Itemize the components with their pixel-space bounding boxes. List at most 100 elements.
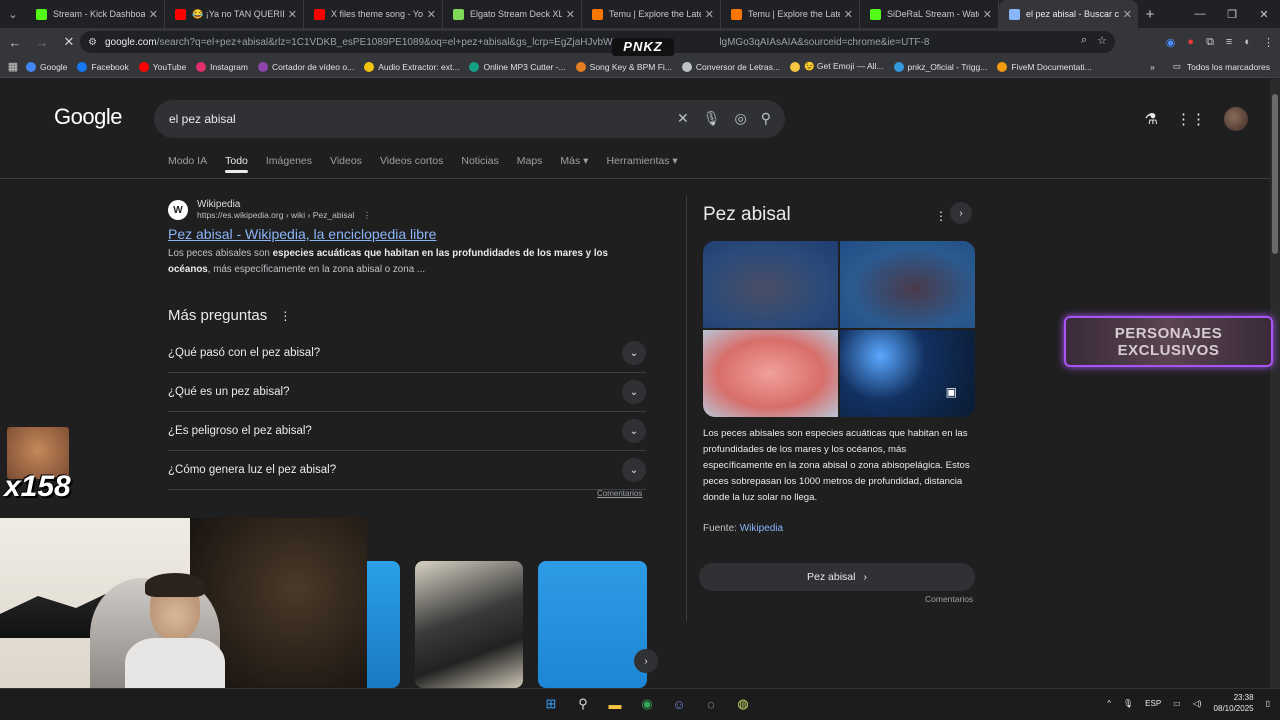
language-indicator[interactable]: ESP [1145, 699, 1161, 708]
search-tab[interactable]: Videos cortos [380, 155, 443, 167]
search-query[interactable]: el pez abisal [169, 112, 236, 126]
bookmark-item[interactable]: Google [26, 61, 67, 72]
anglerfish-image[interactable] [840, 241, 975, 328]
bookmark-item[interactable]: YouTube [138, 61, 186, 72]
volume-icon[interactable]: ◁) [1193, 699, 1202, 708]
puzzle-icon[interactable]: ⧉ [1206, 36, 1214, 49]
zoom-icon[interactable]: ⌕ [1081, 34, 1087, 47]
scrollbar[interactable] [1270, 79, 1280, 688]
apps-grid-icon[interactable]: ⋮⋮ [1176, 110, 1206, 128]
carousel-next-button[interactable]: › [634, 649, 658, 673]
browser-tab[interactable]: Elgato Stream Deck XL - C ✕ [443, 0, 582, 28]
image-grid[interactable]: ▣ [703, 241, 975, 417]
network-icon[interactable]: ▭ [1173, 699, 1181, 708]
labs-flask-icon[interactable]: ⚗ [1145, 110, 1158, 128]
windows-start-icon[interactable]: ⊞ [540, 693, 562, 715]
bookmark-item[interactable]: Cortador de vídeo o... [257, 61, 354, 72]
browser-tab[interactable]: el pez abisal - Buscar con ✕ [999, 0, 1138, 28]
forward-button[interactable]: → [30, 30, 54, 54]
more-options-icon[interactable]: ⋮ [363, 210, 372, 220]
chevron-right-icon[interactable]: › [950, 202, 972, 224]
microphone-icon[interactable]: 🎙 [703, 110, 721, 127]
video-thumbnail[interactable] [415, 561, 523, 688]
tab-close-icon[interactable]: ✕ [427, 8, 436, 21]
blobfish-image[interactable] [703, 330, 838, 417]
search-tab[interactable]: Imágenes [266, 155, 312, 167]
search-tab[interactable]: Maps [517, 155, 543, 167]
address-bar[interactable]: ⚙ google.com/search?q=el+pez+abisal&rlz=… [80, 31, 1115, 53]
stop-loading-icon[interactable]: ✕ [57, 30, 81, 54]
tab-close-icon[interactable]: ✕ [566, 8, 575, 21]
search-tab[interactable]: Noticias [461, 155, 498, 167]
close-window-button[interactable]: ✕ [1248, 0, 1280, 28]
search-icon[interactable]: ⚲ [761, 110, 771, 127]
tab-close-icon[interactable]: ✕ [983, 8, 992, 21]
all-bookmarks-label[interactable]: Todos los marcadores [1187, 62, 1270, 72]
search-icon[interactable]: ⚲ [572, 693, 594, 715]
maximize-button[interactable]: ❐ [1216, 0, 1248, 28]
minimize-button[interactable]: — [1184, 0, 1216, 28]
tab-close-icon[interactable]: ✕ [844, 8, 853, 21]
tab-search-button[interactable]: ⌄ [0, 0, 26, 28]
microphone-icon[interactable]: 🎙 [1123, 699, 1133, 708]
back-button[interactable]: ← [3, 30, 27, 54]
search-tab[interactable]: Modo IA [168, 155, 207, 167]
chevron-down-icon[interactable]: ⌄ [622, 458, 646, 482]
tab-close-icon[interactable]: ✕ [149, 8, 158, 21]
search-tab[interactable]: Más ▾ [560, 155, 588, 167]
tab-close-icon[interactable]: ✕ [705, 8, 714, 21]
media-control-icon[interactable]: ≡ [1226, 36, 1232, 49]
discord-icon[interactable]: ☺ [668, 693, 690, 715]
more-bookmarks-icon[interactable]: » [1150, 62, 1155, 72]
bookmark-item[interactable]: pnkz_Oficial - Trigg... [893, 61, 987, 72]
source-link[interactable]: Wikipedia [740, 523, 783, 534]
chrome-icon[interactable]: ◉ [636, 693, 658, 715]
menu-icon[interactable]: ⋮ [1263, 36, 1274, 49]
bookmark-item[interactable]: Online MP3 Cutter -... [469, 61, 566, 72]
clear-icon[interactable]: ✕ [677, 110, 689, 127]
tab-close-icon[interactable]: ✕ [288, 8, 297, 21]
notifications-icon[interactable]: ▯ [1266, 699, 1270, 708]
chevron-down-icon[interactable]: ⌄ [622, 341, 646, 365]
browser-tab[interactable]: Stream - Kick Dashboard ✕ [26, 0, 165, 28]
file-explorer-icon[interactable]: ▬ [604, 693, 626, 715]
bookmark-star-icon[interactable]: ☆ [1097, 34, 1107, 47]
clock[interactable]: 23:38 08/10/2025 [1214, 692, 1254, 714]
browser-tab[interactable]: Temu | Explore the Latest ✕ [721, 0, 860, 28]
browser-tab[interactable]: Temu | Explore the Latest ✕ [582, 0, 721, 28]
bookmark-item[interactable]: 😉 Get Emoji — All... [789, 61, 884, 72]
panel-feedback-link[interactable]: Comentarios [925, 594, 973, 604]
more-options-icon[interactable]: ⋮ [279, 309, 291, 323]
search-tab[interactable]: Herramientas ▾ [606, 155, 677, 167]
bookmark-item[interactable]: Facebook [77, 61, 129, 72]
site-info-icon[interactable]: ⚙ [88, 37, 97, 48]
obs-icon[interactable]: ◌ [700, 693, 722, 715]
question-item[interactable]: ¿Cómo genera luz el pez abisal? ⌄ [168, 451, 646, 490]
bookmark-item[interactable]: FiveM Documentati... [997, 61, 1092, 72]
apps-grid-icon[interactable]: ▦ [0, 60, 26, 73]
browser-tab[interactable]: 😂 ¡Ya no TAN QUERIDO ✕ [165, 0, 304, 28]
extension-icon[interactable]: ◉ [1166, 36, 1176, 49]
bookmark-item[interactable]: Instagram [196, 61, 248, 72]
browser-tab[interactable]: SiDeRaL Stream - Watch L ✕ [860, 0, 999, 28]
more-options-icon[interactable]: ⋮ [935, 209, 947, 223]
browser-tab[interactable]: X files theme song - YouT ✕ [304, 0, 443, 28]
new-tab-button[interactable]: + [1138, 6, 1162, 23]
question-item[interactable]: ¿Qué pasó con el pez abisal? ⌄ [168, 334, 646, 373]
extension-icon[interactable]: ● [1187, 36, 1194, 49]
bookmark-item[interactable]: Song Key & BPM Fi... [575, 61, 672, 72]
lens-icon[interactable]: ◎ [735, 110, 747, 127]
avatar[interactable] [1224, 107, 1248, 131]
bookmark-item[interactable]: Audio Extractor: ext... [364, 61, 459, 72]
entity-chip[interactable]: Pez abisal › [699, 563, 975, 591]
feedback-link[interactable]: Comentarios [597, 489, 642, 498]
video-thumbnail[interactable] [538, 561, 647, 688]
search-tab[interactable]: Todo [225, 155, 248, 173]
bookmark-item[interactable]: Conversor de Letras... [681, 61, 780, 72]
app-icon[interactable]: ◍ [732, 693, 754, 715]
chevron-down-icon[interactable]: ⌄ [622, 419, 646, 443]
question-item[interactable]: ¿Qué es un pez abisal? ⌄ [168, 373, 646, 412]
google-logo[interactable]: Google [54, 104, 122, 130]
image-gallery-icon[interactable]: ▣ [946, 385, 957, 399]
tab-close-icon[interactable]: ✕ [1123, 8, 1132, 21]
